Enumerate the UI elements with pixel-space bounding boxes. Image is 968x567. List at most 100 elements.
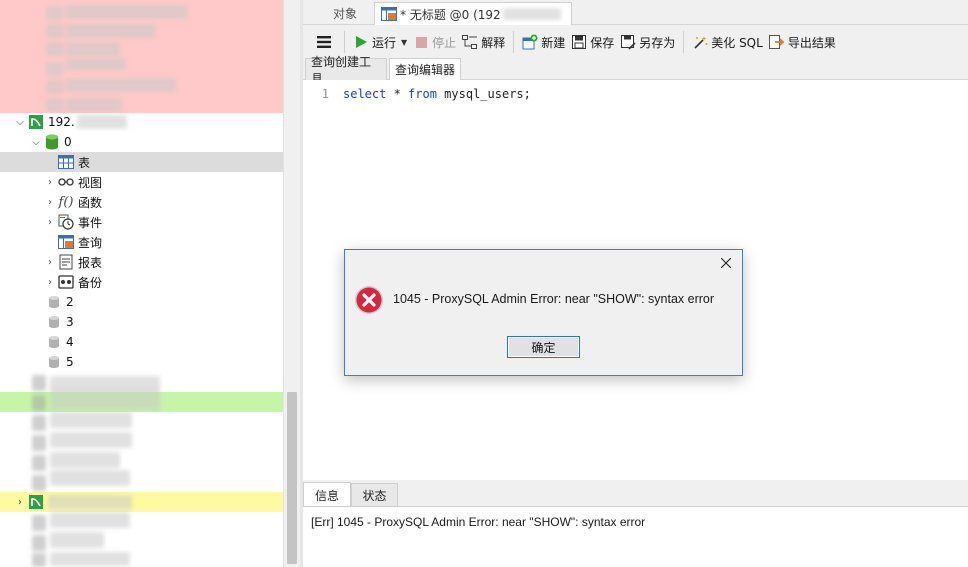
tree-item-label: 查询: [78, 235, 103, 250]
sql-text: *: [386, 87, 409, 101]
chevron-right-icon[interactable]: ›: [44, 196, 56, 208]
database-label: 0: [64, 135, 72, 149]
save-label: 保存: [590, 35, 615, 50]
database-node[interactable]: 3: [0, 312, 283, 332]
magic-wand-icon: [692, 34, 708, 50]
tree-item-backups[interactable]: › 备份: [0, 272, 283, 292]
tree-item-views[interactable]: › 视图: [0, 172, 283, 192]
tree-item-tables[interactable]: 表: [0, 152, 283, 172]
redacted-connection-icon: [32, 535, 46, 551]
database-node[interactable]: 5: [0, 352, 283, 372]
database-node[interactable]: 2: [0, 292, 283, 312]
tree-item-events[interactable]: › 事件: [0, 212, 283, 232]
ok-button[interactable]: 确定: [507, 336, 580, 358]
database-icon: [46, 354, 62, 370]
hamburger-icon: [317, 36, 331, 48]
redacted-tree-item: [66, 5, 188, 19]
redacted-connection: [50, 552, 130, 566]
sql-keyword: select: [343, 87, 387, 101]
run-label: 运行: [372, 35, 397, 50]
mysql-connection-icon: [28, 494, 44, 510]
connection-node[interactable]: ›: [0, 492, 283, 512]
tab-label: 对象: [332, 7, 357, 21]
database-node[interactable]: 4: [0, 332, 283, 352]
tab-query-builder[interactable]: 查询创建工具: [305, 55, 387, 86]
save-as-button[interactable]: 另存为: [617, 29, 678, 55]
redacted-connection: [50, 470, 130, 486]
database-icon: [46, 334, 62, 350]
save-button[interactable]: 保存: [568, 29, 617, 55]
redacted-connection-icon: [32, 475, 46, 491]
tree-item-label: 报表: [78, 255, 103, 270]
toolbar-separator: [344, 31, 345, 53]
navigation-pane: ⌵ 192. ⌵ 0 表 › 视图 › f() 函数 › 事件 查询 › 报表 …: [0, 0, 283, 567]
close-button[interactable]: [717, 255, 735, 271]
tree-item-label: 备份: [78, 275, 103, 290]
chevron-down-icon[interactable]: ⌵: [30, 136, 42, 148]
tab-label: 状态: [362, 488, 387, 503]
table-icon: [58, 154, 74, 170]
error-dialog: 1045 - ProxySQL Admin Error: near "SHOW"…: [344, 249, 743, 376]
run-button[interactable]: 运行 ▼: [350, 29, 410, 55]
export-icon: [768, 34, 785, 50]
dropdown-caret-icon[interactable]: ▼: [401, 38, 407, 47]
tree-item-reports[interactable]: › 报表: [0, 252, 283, 272]
tab-query-editor[interactable]: 查询编辑器: [389, 58, 461, 80]
tab-query[interactable]: * 无标题 @0 (192: [374, 2, 572, 25]
new-label: 新建: [541, 35, 566, 50]
redacted-host: [502, 8, 561, 20]
editor-mode-tabs: 查询创建工具 查询编辑器: [303, 55, 968, 86]
error-icon: [354, 285, 384, 315]
ok-label: 确定: [531, 340, 556, 355]
toolbar-separator: [683, 31, 685, 53]
chevron-right-icon[interactable]: ›: [14, 496, 26, 508]
database-node[interactable]: ⌵ 0: [0, 132, 283, 152]
connection-node[interactable]: ⌵ 192.: [0, 112, 283, 132]
redacted-connection-icon: [32, 435, 46, 451]
chevron-right-icon[interactable]: ›: [44, 176, 56, 188]
redacted-connection-name: [48, 495, 132, 509]
tree-item-queries[interactable]: 查询: [0, 232, 283, 252]
new-button[interactable]: 新建: [519, 29, 568, 55]
sql-text: mysql_users;: [436, 87, 531, 101]
navigation-scrollbar[interactable]: [283, 0, 300, 567]
redacted-connection: [50, 512, 130, 528]
redacted-connection-icon: [32, 395, 46, 411]
explain-button[interactable]: 解释: [459, 29, 508, 55]
query-tab-icon: [381, 7, 397, 21]
report-icon: [58, 254, 74, 270]
chevron-right-icon[interactable]: ›: [44, 216, 56, 228]
database-icon: [46, 294, 62, 310]
stop-label: 停止: [432, 35, 457, 50]
redacted-tree-item: [66, 58, 126, 70]
tab-status[interactable]: 状态: [351, 483, 398, 506]
export-results-button[interactable]: 导出结果: [766, 29, 839, 55]
dialog-message: 1045 - ProxySQL Admin Error: near "SHOW"…: [393, 292, 715, 306]
line-number-gutter: 1: [303, 80, 335, 480]
stop-button[interactable]: 停止: [410, 29, 459, 55]
scrollbar-thumb[interactable]: [287, 392, 297, 564]
chevron-right-icon[interactable]: ›: [44, 256, 56, 268]
stop-icon: [413, 34, 429, 50]
redacted-tree-item: [66, 24, 156, 38]
database-label: 2: [66, 295, 74, 309]
database-label: 4: [66, 335, 74, 349]
sql-code-line[interactable]: select * from mysql_users;: [343, 87, 531, 101]
beautify-sql-button[interactable]: 美化 SQL: [689, 29, 766, 55]
explain-label: 解释: [481, 35, 506, 50]
tree-item-functions[interactable]: › f() 函数: [0, 192, 283, 212]
chevron-right-icon[interactable]: ›: [44, 276, 56, 288]
redacted-tree-item: [66, 42, 120, 56]
tab-objects[interactable]: 对象: [313, 2, 377, 25]
menu-button[interactable]: [309, 29, 339, 55]
document-tab-bar: 对象 * 无标题 @0 (192: [303, 0, 968, 25]
chevron-down-icon[interactable]: ⌵: [14, 116, 26, 128]
redacted-connection-icon: [32, 415, 46, 431]
redacted-tree-item: [46, 6, 64, 20]
info-panel: [Err] 1045 - ProxySQL Admin Error: near …: [303, 506, 968, 567]
beautify-label: 美化 SQL: [711, 35, 763, 50]
tab-info[interactable]: 信息: [303, 482, 351, 507]
mysql-connection-icon: [28, 114, 44, 130]
redacted-connection: [50, 388, 160, 410]
